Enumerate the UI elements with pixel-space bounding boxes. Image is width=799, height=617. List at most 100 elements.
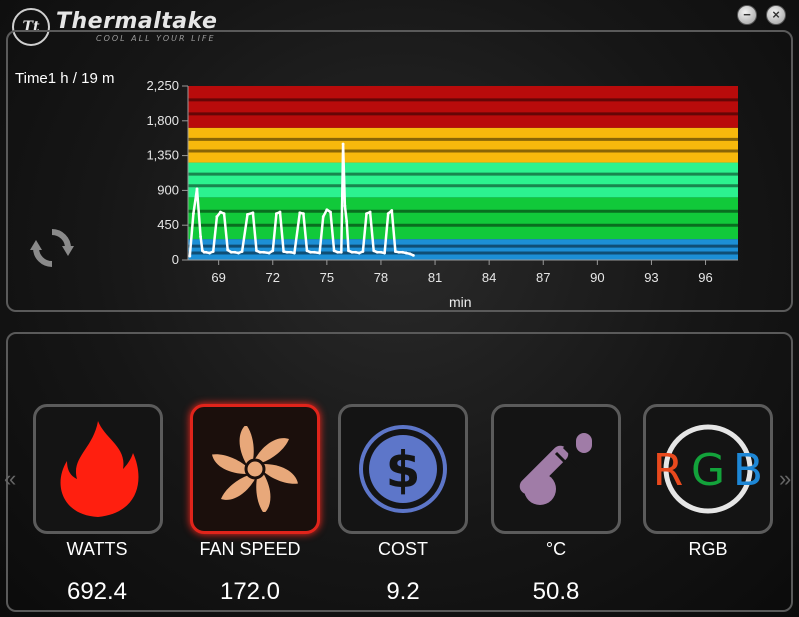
rgb-tile[interactable]: R G B bbox=[643, 404, 773, 534]
data-point bbox=[267, 251, 271, 255]
watts-label: WATTS bbox=[66, 539, 128, 559]
data-point bbox=[204, 250, 208, 254]
y-tick-label: 1,800 bbox=[146, 113, 179, 128]
data-point bbox=[192, 212, 195, 216]
data-point bbox=[251, 211, 255, 215]
data-point bbox=[262, 250, 266, 254]
fan-blade bbox=[255, 438, 289, 463]
data-point bbox=[375, 250, 379, 254]
x-tick-label: 81 bbox=[428, 270, 442, 285]
data-point bbox=[336, 250, 340, 254]
data-point bbox=[219, 210, 222, 214]
data-point bbox=[329, 210, 332, 214]
x-tick-label: 72 bbox=[266, 270, 280, 285]
data-point bbox=[282, 250, 285, 253]
data-point bbox=[368, 210, 372, 214]
refresh-icon[interactable] bbox=[28, 224, 76, 272]
data-point bbox=[208, 251, 212, 255]
fan-icon bbox=[212, 426, 298, 512]
x-tick-label: 69 bbox=[211, 270, 225, 285]
cost-value: 9.2 bbox=[386, 578, 420, 605]
minimize-button[interactable]: − bbox=[737, 5, 757, 25]
data-point bbox=[386, 212, 390, 216]
data-point bbox=[271, 249, 275, 253]
watts-tile[interactable] bbox=[33, 404, 163, 534]
threshold-band bbox=[188, 239, 738, 260]
fan-speed-tile[interactable] bbox=[190, 404, 320, 534]
temperature-value: 50.8 bbox=[532, 578, 580, 605]
watts-value: 692.4 bbox=[66, 578, 128, 605]
y-tick-label: 1,350 bbox=[146, 148, 179, 163]
y-tick-label: 450 bbox=[157, 217, 179, 232]
data-point bbox=[211, 250, 215, 253]
svg-text:$: $ bbox=[386, 441, 421, 499]
next-arrow-icon[interactable]: » bbox=[779, 466, 791, 492]
data-point bbox=[408, 252, 412, 256]
y-tick-label: 0 bbox=[172, 252, 179, 267]
x-axis-label: min bbox=[449, 294, 472, 310]
temperature-label: °C bbox=[545, 539, 567, 559]
data-point bbox=[379, 250, 383, 254]
data-point bbox=[292, 251, 296, 255]
data-point bbox=[332, 249, 336, 253]
data-point bbox=[347, 249, 350, 253]
x-tick-label: 96 bbox=[698, 270, 712, 285]
threshold-band bbox=[188, 86, 738, 128]
data-point bbox=[258, 250, 262, 254]
rgb-label: RGB bbox=[688, 539, 728, 559]
data-point bbox=[255, 249, 258, 253]
data-point bbox=[215, 215, 219, 219]
dollar-icon: $ bbox=[359, 425, 447, 513]
elapsed-time: Time1 h / 19 m bbox=[15, 70, 115, 87]
data-point bbox=[222, 212, 226, 216]
power-chart: 0 450 900 1,350 1,800 2,250 69 72 75 78 81 84 87 90 93… bbox=[146, 78, 738, 285]
data-point bbox=[341, 142, 345, 146]
app-window: Tt Thermaltake COOL ALL YOUR LIFE − × Ti… bbox=[0, 0, 799, 617]
data-point bbox=[226, 248, 230, 252]
data-point bbox=[365, 212, 368, 216]
flame-icon bbox=[60, 421, 139, 517]
data-point bbox=[397, 250, 401, 254]
data-point bbox=[285, 250, 289, 254]
data-point bbox=[404, 251, 408, 255]
data-point bbox=[240, 250, 244, 253]
rgb-letter-b: B bbox=[733, 445, 763, 496]
data-point bbox=[289, 250, 293, 254]
fan-speed-label: FAN SPEED bbox=[199, 539, 301, 559]
data-point bbox=[188, 254, 192, 258]
x-tick-label: 93 bbox=[644, 270, 658, 285]
threshold-band bbox=[188, 162, 738, 198]
x-tick-label: 84 bbox=[482, 270, 496, 285]
y-tick-label: 900 bbox=[157, 182, 179, 197]
data-point bbox=[325, 208, 329, 212]
data-point bbox=[393, 250, 397, 253]
data-point bbox=[305, 249, 309, 253]
data-point bbox=[199, 235, 203, 239]
fan-blade bbox=[221, 475, 255, 500]
y-tick-label: 2,250 bbox=[146, 78, 179, 93]
data-point bbox=[309, 250, 313, 254]
data-point bbox=[274, 212, 278, 216]
x-tick-label: 87 bbox=[536, 270, 550, 285]
rgb-icon: R G B bbox=[653, 424, 763, 514]
data-point bbox=[350, 250, 354, 254]
data-point bbox=[383, 251, 386, 255]
data-point bbox=[345, 219, 349, 223]
data-point bbox=[321, 215, 325, 219]
rgb-letter-r: R bbox=[653, 445, 684, 496]
thermometer-icon bbox=[519, 433, 592, 505]
close-button[interactable]: × bbox=[766, 5, 786, 25]
data-point bbox=[302, 212, 305, 216]
data-point bbox=[339, 250, 343, 254]
temperature-tile[interactable] bbox=[491, 404, 621, 534]
data-point bbox=[357, 251, 361, 255]
data-point bbox=[354, 250, 358, 254]
data-point bbox=[229, 250, 233, 254]
data-point bbox=[401, 250, 404, 254]
prev-arrow-icon[interactable]: « bbox=[4, 466, 16, 492]
data-point bbox=[372, 249, 376, 253]
data-point bbox=[390, 209, 394, 212]
data-point bbox=[237, 251, 240, 255]
data-point bbox=[233, 250, 237, 254]
cost-tile[interactable]: $ bbox=[338, 404, 468, 534]
